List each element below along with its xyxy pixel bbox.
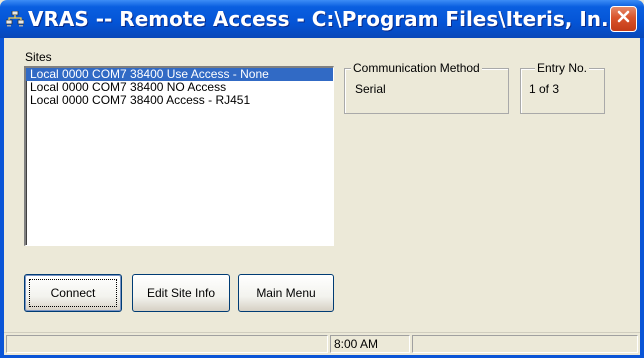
entry-number-title: Entry No. [535, 61, 590, 75]
window-frame-right [640, 38, 644, 358]
communication-method-value: Serial [355, 82, 386, 96]
entry-number-value: 1 of 3 [529, 82, 560, 96]
status-pane-extra [412, 335, 638, 353]
site-list-item[interactable]: Local 0000 COM7 38400 Access - RJ451 [26, 94, 333, 107]
entry-number-group: Entry No. 1 of 3 [520, 61, 605, 114]
main-menu-button[interactable]: Main Menu [238, 274, 334, 312]
close-button[interactable] [610, 6, 637, 32]
window-frame-left [0, 38, 4, 358]
network-computers-icon [5, 10, 25, 27]
main-menu-button-label: Main Menu [256, 286, 316, 300]
focus-rectangle [29, 279, 117, 307]
status-bar: 8:00 AM [4, 332, 640, 355]
sites-listbox[interactable]: Local 0000 COM7 38400 Use Access - None … [24, 66, 334, 246]
communication-method-title: Communication Method [351, 61, 482, 75]
sites-label: Sites [25, 50, 52, 64]
title-bar[interactable]: VRAS -- Remote Access - C:\Program Files… [0, 0, 644, 38]
edit-site-info-button[interactable]: Edit Site Info [132, 274, 230, 312]
status-pane-time: 8:00 AM [330, 335, 410, 353]
status-pane-message [6, 335, 328, 353]
window-title: VRAS -- Remote Access - C:\Program Files… [28, 7, 608, 31]
vras-window: VRAS -- Remote Access - C:\Program Files… [0, 0, 644, 358]
edit-site-info-button-label: Edit Site Info [146, 286, 216, 300]
communication-method-group: Communication Method Serial [344, 61, 509, 114]
close-x-icon [616, 9, 631, 29]
connect-button[interactable]: Connect [24, 274, 122, 312]
